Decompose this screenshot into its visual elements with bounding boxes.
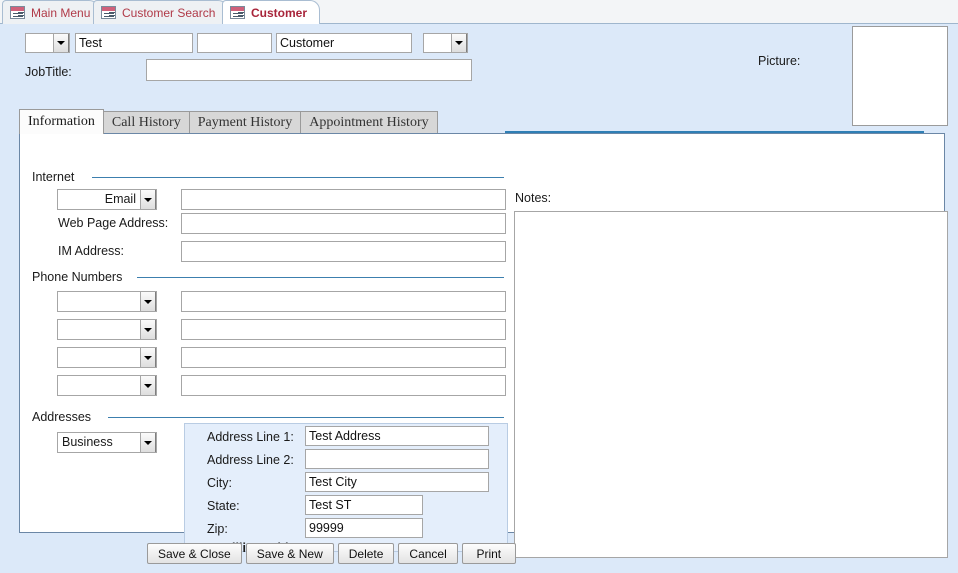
document-tab-label: Customer Search — [122, 6, 215, 20]
tab-label: Payment History — [198, 115, 293, 131]
im-address-label: IM Address: — [58, 244, 124, 258]
address-type-value: Business — [58, 436, 140, 449]
save-and-close-button[interactable]: Save & Close — [147, 543, 242, 564]
tab-information[interactable]: Information — [19, 109, 104, 134]
jobtitle-label: JobTitle: — [25, 65, 72, 79]
email-field[interactable] — [181, 189, 506, 210]
phone-type-combo[interactable] — [57, 319, 157, 340]
state-field[interactable]: Test ST — [305, 495, 423, 515]
suffix-combo[interactable] — [423, 33, 468, 53]
tab-strip: Information Call History Payment History… — [19, 109, 437, 134]
form-datasheet-icon — [101, 6, 116, 19]
chevron-down-icon[interactable] — [140, 348, 156, 367]
phone-numbers-group-rule — [137, 277, 504, 278]
city-label: City: — [207, 476, 232, 490]
addresses-group-rule — [108, 417, 504, 418]
address-line-1-field[interactable]: Test Address — [305, 426, 489, 446]
customer-tab-control: Information Call History Payment History… — [19, 109, 945, 533]
address-line-2-label: Address Line 2: — [207, 453, 294, 467]
delete-button[interactable]: Delete — [338, 543, 395, 564]
im-address-field[interactable] — [181, 241, 506, 262]
form-datasheet-icon — [10, 6, 25, 19]
notes-label: Notes: — [515, 191, 551, 205]
web-page-address-label: Web Page Address: — [58, 216, 168, 230]
chevron-down-icon[interactable] — [140, 320, 156, 339]
document-tab-bar: Main Menu Customer Search Customer — [0, 0, 958, 24]
addresses-group-label: Addresses — [32, 410, 97, 424]
internet-group-rule — [92, 177, 504, 178]
phone-numbers-group-label: Phone Numbers — [32, 270, 128, 284]
document-tab-label: Main Menu — [31, 6, 90, 20]
chevron-down-icon[interactable] — [53, 34, 69, 52]
address-line-2-field[interactable] — [305, 449, 489, 469]
form-datasheet-icon — [230, 6, 245, 19]
tab-appointment-history[interactable]: Appointment History — [300, 111, 437, 134]
state-label: State: — [207, 499, 240, 513]
web-page-address-field[interactable] — [181, 213, 506, 234]
chevron-down-icon[interactable] — [140, 190, 156, 209]
jobtitle-field[interactable] — [146, 59, 472, 81]
internet-group-label: Internet — [32, 170, 80, 184]
last-name-field[interactable]: Customer — [276, 33, 412, 53]
chevron-down-icon[interactable] — [140, 292, 156, 311]
middle-name-field[interactable] — [197, 33, 272, 53]
document-tab-label: Customer — [251, 6, 307, 20]
phone-number-field[interactable] — [181, 375, 506, 396]
tab-label: Information — [28, 114, 95, 130]
address-line-1-label: Address Line 1: — [207, 430, 294, 444]
address-type-combo[interactable]: Business — [57, 432, 157, 453]
document-tab-customer-search[interactable]: Customer Search — [93, 0, 228, 24]
customer-header: Test Customer JobTitle: Picture: — [0, 24, 958, 106]
tab-payment-history[interactable]: Payment History — [189, 111, 302, 134]
phone-number-field[interactable] — [181, 291, 506, 312]
tab-label: Call History — [112, 115, 181, 131]
zip-label: Zip: — [207, 522, 228, 536]
save-and-new-button[interactable]: Save & New — [246, 543, 334, 564]
city-field[interactable]: Test City — [305, 472, 489, 492]
picture-label: Picture: — [758, 54, 800, 68]
chevron-down-icon[interactable] — [140, 433, 156, 452]
form-action-buttons: Save & Close Save & New Delete Cancel Pr… — [147, 543, 516, 564]
notes-field[interactable] — [514, 211, 948, 558]
phone-type-combo[interactable] — [57, 291, 157, 312]
first-name-field[interactable]: Test — [75, 33, 193, 53]
tab-call-history[interactable]: Call History — [103, 111, 190, 134]
document-tab-customer[interactable]: Customer — [222, 0, 320, 24]
phone-number-field[interactable] — [181, 347, 506, 368]
email-type-value: Email — [58, 193, 140, 206]
print-button[interactable]: Print — [462, 543, 516, 564]
cancel-button[interactable]: Cancel — [398, 543, 457, 564]
tab-label: Appointment History — [309, 115, 428, 131]
information-tab-page: Internet Email Web Page Address: IM Addr… — [19, 133, 945, 533]
address-panel: Address Line 1: Test Address Address Lin… — [184, 423, 508, 552]
phone-number-field[interactable] — [181, 319, 506, 340]
chevron-down-icon[interactable] — [140, 376, 156, 395]
zip-field[interactable]: 99999 — [305, 518, 423, 538]
phone-type-combo[interactable] — [57, 375, 157, 396]
title-combo[interactable] — [25, 33, 70, 53]
document-tab-main-menu[interactable]: Main Menu — [2, 0, 99, 24]
email-type-combo[interactable]: Email — [57, 189, 157, 210]
phone-type-combo[interactable] — [57, 347, 157, 368]
chevron-down-icon[interactable] — [451, 34, 467, 52]
